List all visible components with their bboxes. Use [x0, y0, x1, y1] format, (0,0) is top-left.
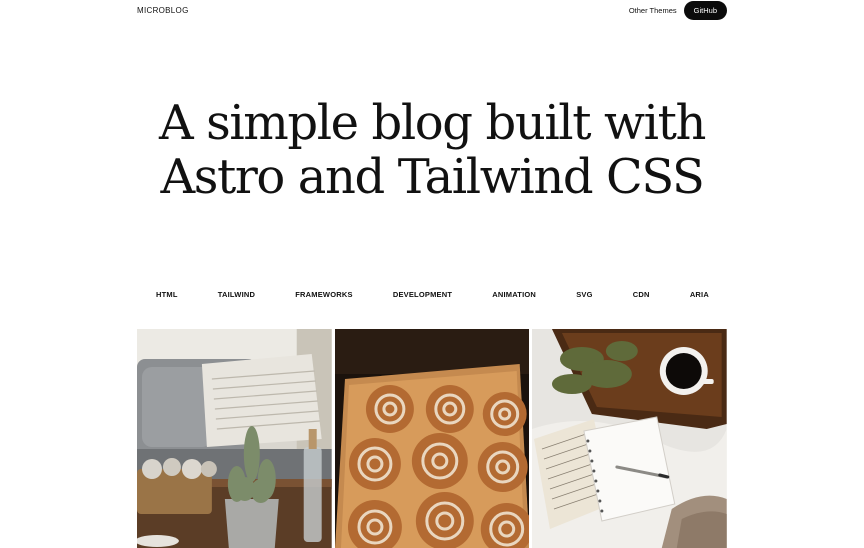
notebook-coffee-photo — [532, 329, 728, 548]
cinnamon-rolls-photo — [334, 329, 530, 548]
post-card-cinnamon-rolls[interactable] — [334, 329, 530, 548]
hero-title-line-1: A simple blog built with — [158, 95, 706, 151]
other-themes-link[interactable]: Other Themes — [629, 6, 677, 15]
hero-title-line-2: Astro and Tailwind CSS — [160, 149, 705, 205]
site-header: MICROBLOG Other Themes GitHub — [137, 0, 727, 22]
tag-html[interactable]: HTML — [156, 290, 178, 299]
post-gallery — [137, 329, 728, 548]
post-card-notebook[interactable] — [532, 329, 728, 548]
post-card-living-room[interactable] — [137, 329, 332, 548]
tag-aria[interactable]: ARIA — [690, 290, 709, 299]
tag-tailwind[interactable]: TAILWIND — [218, 290, 255, 299]
tag-frameworks[interactable]: FRAMEWORKS — [295, 290, 352, 299]
tag-animation[interactable]: ANIMATION — [492, 290, 536, 299]
header-nav: Other Themes GitHub — [629, 1, 727, 20]
brand-logo-link[interactable]: MICROBLOG — [137, 6, 189, 15]
github-button[interactable]: GitHub — [683, 1, 727, 20]
living-room-photo — [137, 329, 332, 548]
hero-title: A simple blog built with Astro and Tailw… — [0, 96, 864, 204]
tag-svg[interactable]: SVG — [576, 290, 592, 299]
tag-cdn[interactable]: CDN — [633, 290, 650, 299]
tag-nav: HTML TAILWIND FRAMEWORKS DEVELOPMENT ANI… — [137, 290, 727, 299]
tag-development[interactable]: DEVELOPMENT — [393, 290, 452, 299]
